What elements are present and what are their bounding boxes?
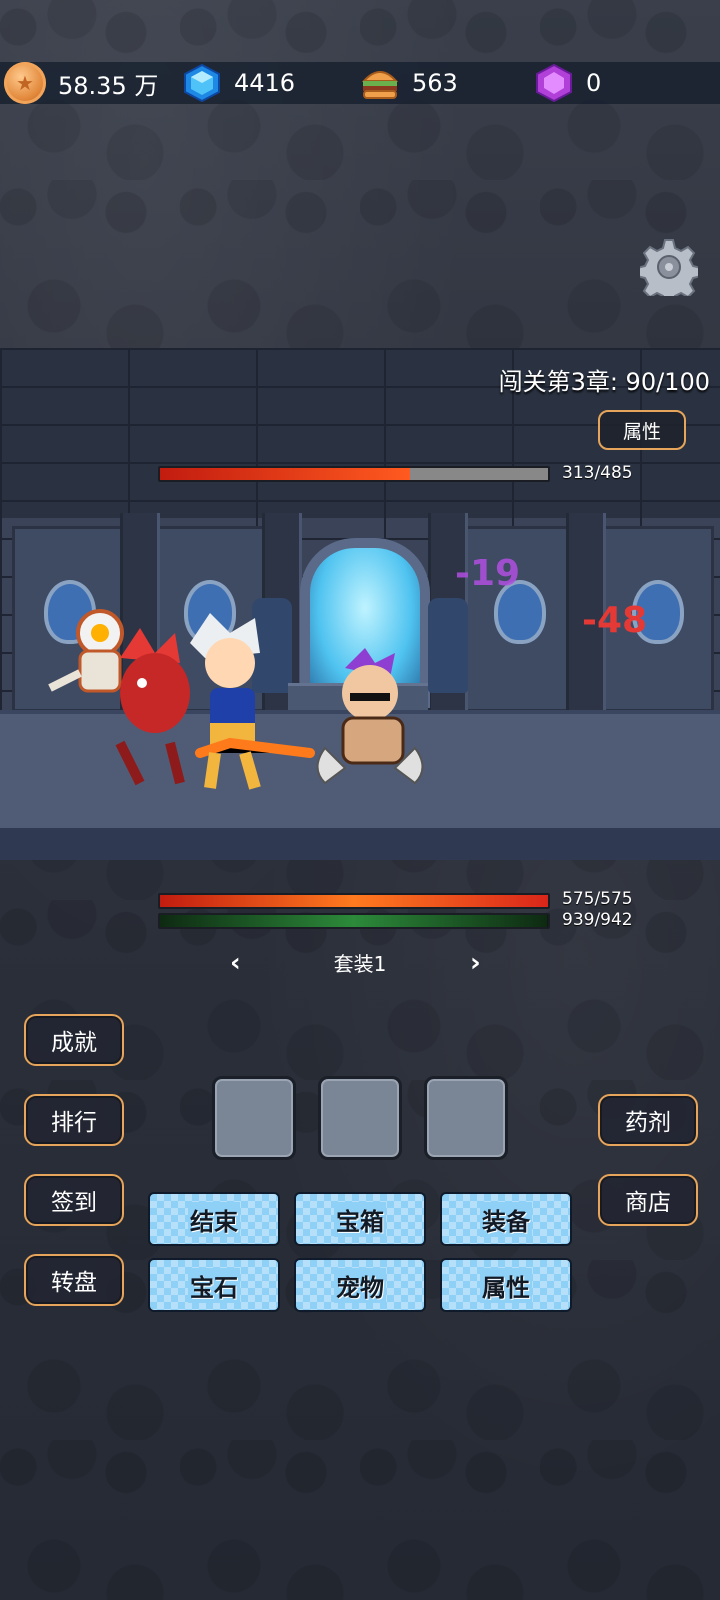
swordsman-hero-sprite xyxy=(190,613,315,790)
player-mp-fill xyxy=(160,915,547,927)
diamond-currency[interactable]: 4416 xyxy=(182,62,295,104)
checkin-button[interactable]: 签到 xyxy=(24,1174,124,1226)
enemy-brute-sprite[interactable] xyxy=(305,648,435,788)
set-label: 套装1 xyxy=(333,952,387,976)
enemy-hp-fill xyxy=(160,468,411,480)
set-selector: ‹ 套装1 › xyxy=(220,944,500,980)
end-button[interactable]: 结束 xyxy=(148,1192,280,1246)
menu-label: 宝石 xyxy=(188,1267,240,1303)
blue-diamond-icon xyxy=(184,63,220,103)
attributes-button[interactable]: 属性 xyxy=(598,410,686,450)
achievements-button[interactable]: 成就 xyxy=(24,1014,124,1066)
currency-bar: ★ 58.35 万 4416 563 0 xyxy=(0,62,720,104)
wheel-button[interactable]: 转盘 xyxy=(24,1254,124,1306)
diamond-value: 4416 xyxy=(234,69,296,97)
potion-button[interactable]: 药剂 xyxy=(598,1094,698,1146)
player-hp-text: 575/575 xyxy=(562,889,633,909)
menu-label: 宠物 xyxy=(334,1267,386,1303)
menu-label: 装备 xyxy=(480,1201,532,1237)
enemy-hp-bar xyxy=(158,466,550,482)
enemy-hp-text: 313/485 xyxy=(562,463,633,483)
menu-label: 属性 xyxy=(480,1267,532,1303)
shop-button[interactable]: 商店 xyxy=(598,1174,698,1226)
purple-gem-icon xyxy=(536,63,572,103)
menu-label: 宝箱 xyxy=(334,1201,386,1237)
gold-coin-icon: ★ xyxy=(4,62,46,104)
player-hp-fill xyxy=(160,895,548,907)
chapter-progress: 闯关第3章: 90/100 xyxy=(498,368,710,396)
burger-icon xyxy=(361,71,399,99)
ranking-button[interactable]: 排行 xyxy=(24,1094,124,1146)
player-hp-bar xyxy=(158,893,550,909)
hero-party[interactable] xyxy=(30,603,330,803)
player-mp-text: 939/942 xyxy=(562,910,633,930)
gold-value: 58.35 万 xyxy=(58,71,159,100)
robot-pet-sprite xyxy=(48,609,124,693)
equipment-button[interactable]: 装备 xyxy=(440,1192,572,1246)
menu-label: 结束 xyxy=(188,1201,240,1237)
purple-gem-value: 0 xyxy=(586,69,602,97)
purple-gem-currency[interactable]: 0 xyxy=(534,62,601,104)
gear-icon[interactable] xyxy=(640,238,698,296)
stats-button[interactable]: 属性 xyxy=(440,1258,572,1312)
chevron-right-icon[interactable]: › xyxy=(470,948,481,978)
player-mp-bar xyxy=(158,913,550,929)
equipment-slot[interactable] xyxy=(424,1076,508,1160)
equipment-slot[interactable] xyxy=(318,1076,402,1160)
pet-button[interactable]: 宠物 xyxy=(294,1258,426,1312)
food-currency[interactable]: 563 xyxy=(360,62,458,104)
food-value: 563 xyxy=(412,69,458,97)
gem-button[interactable]: 宝石 xyxy=(148,1258,280,1312)
equipment-slot[interactable] xyxy=(212,1076,296,1160)
chest-button[interactable]: 宝箱 xyxy=(294,1192,426,1246)
red-beast-sprite xyxy=(115,628,190,786)
damage-number: -19 xyxy=(455,553,521,594)
gold-currency[interactable]: ★ 58.35 万 xyxy=(4,62,158,104)
floor-edge xyxy=(0,828,720,860)
damage-number: -48 xyxy=(582,600,648,641)
